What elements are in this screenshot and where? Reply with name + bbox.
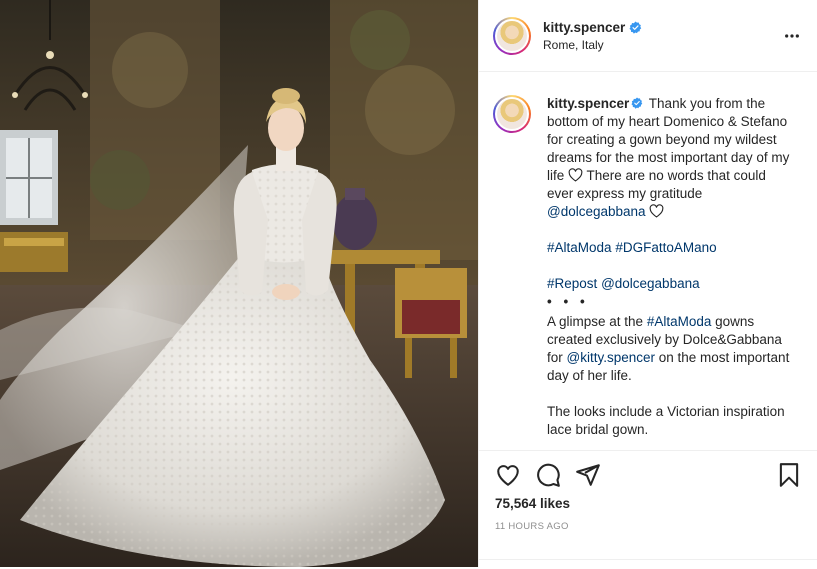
verified-badge-icon (631, 97, 643, 109)
post-actions: 75,564 likes 11 HOURS AGO (479, 450, 817, 567)
bookmark-icon[interactable] (776, 462, 802, 488)
instagram-post: kitty.spencer Rome, Italy kitty.spencer … (0, 0, 817, 567)
mention-dolcegabbana-repost[interactable]: @dolcegabbana (601, 276, 700, 291)
post-photo[interactable] (0, 0, 478, 567)
hashtag-altamoda[interactable]: #AltaModa (547, 240, 612, 255)
caption-avatar[interactable] (493, 95, 531, 450)
share-icon[interactable] (575, 462, 601, 488)
caption-avatar-image (497, 99, 527, 129)
hashtag-dgfattoamano[interactable]: #DGFattoAMano (615, 240, 716, 255)
hashtag-repost[interactable]: #Repost (547, 276, 597, 291)
caption-paragraph-5: The looks include a Victorian inspiratio… (547, 404, 785, 437)
username-row: kitty.spencer (543, 20, 642, 35)
author-avatar[interactable] (493, 16, 531, 55)
caption-body: kitty.spencer Thank you from the bottom … (547, 95, 792, 450)
caption-username[interactable]: kitty.spencer (547, 96, 629, 111)
avatar-border (495, 18, 529, 53)
author-username[interactable]: kitty.spencer (543, 20, 625, 35)
caption-paragraph-2: #AltaModa #DGFattoAMano (547, 239, 792, 257)
add-comment-divider (479, 559, 817, 569)
caption-paragraph-1: kitty.spencer Thank you from the bottom … (547, 95, 792, 221)
mention-dolcegabbana[interactable]: @dolcegabbana (547, 204, 646, 219)
caption-text-4a: A glimpse at the (547, 314, 647, 329)
white-heart-emoji-icon (568, 168, 583, 182)
more-options-icon[interactable] (784, 28, 800, 44)
heart-icon[interactable] (495, 462, 521, 488)
caption-avatar-ring (493, 95, 531, 133)
avatar-image (497, 20, 527, 51)
header-text: kitty.spencer Rome, Italy (543, 20, 642, 52)
bride-in-palace-image (0, 0, 478, 567)
mention-kitty-spencer[interactable]: @kitty.spencer (567, 350, 655, 365)
post-timestamp[interactable]: 11 HOURS AGO (495, 521, 569, 532)
likes-count[interactable]: 75,564 likes (495, 496, 570, 511)
caption-avatar-border (495, 97, 529, 131)
verified-badge-icon (629, 21, 642, 34)
post-caption: kitty.spencer Thank you from the bottom … (479, 73, 817, 450)
comment-icon[interactable] (535, 462, 561, 488)
caption-dots: • • • (547, 294, 589, 309)
post-side-panel: kitty.spencer Rome, Italy kitty.spencer … (478, 0, 817, 567)
post-location[interactable]: Rome, Italy (543, 38, 642, 52)
white-heart-emoji-icon (649, 204, 664, 218)
hashtag-altamoda-2[interactable]: #AltaModa (647, 314, 712, 329)
caption-paragraph-3: #Repost @dolcegabbana (547, 275, 792, 293)
caption-paragraph-4: A glimpse at the #AltaModa gowns created… (547, 313, 792, 385)
post-header: kitty.spencer Rome, Italy (479, 0, 817, 72)
